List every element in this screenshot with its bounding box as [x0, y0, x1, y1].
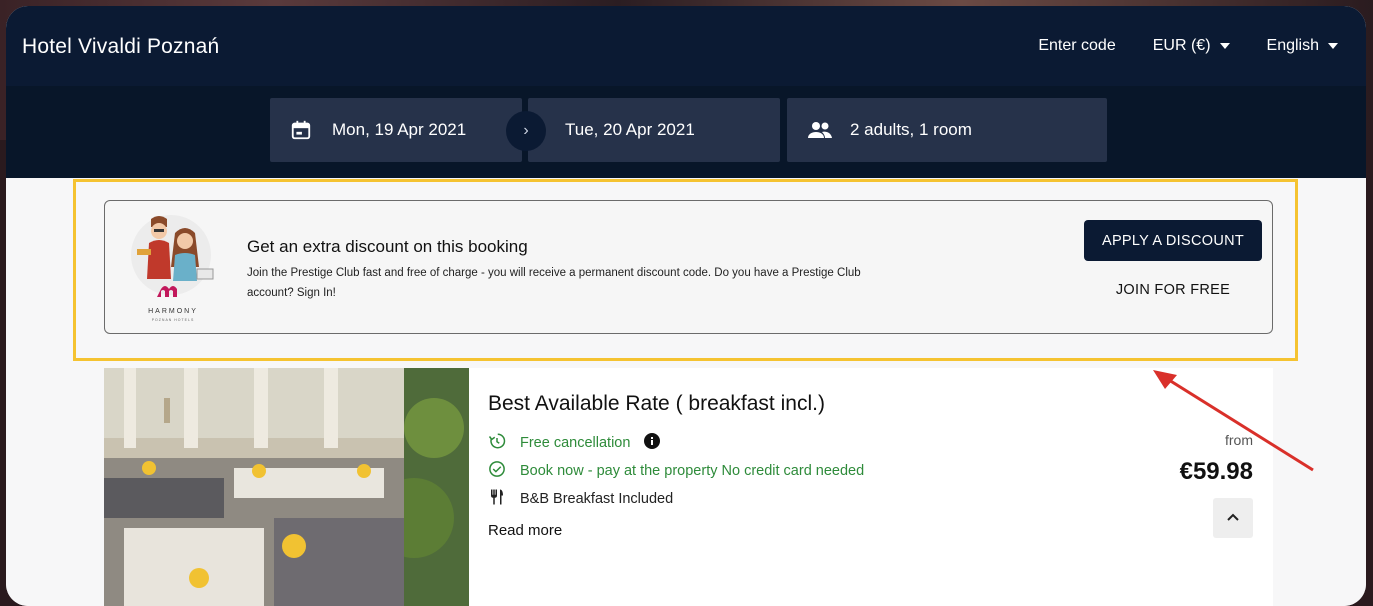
feature-label: Free cancellation [520, 435, 631, 451]
check-circle-icon [488, 460, 506, 482]
harmony-logo: HARMONY POZNAN HOTELS [127, 211, 219, 323]
caret-down-icon [1328, 43, 1338, 49]
checkout-date: Tue, 20 Apr 2021 [565, 120, 695, 139]
checkin-date-field[interactable]: Mon, 19 Apr 2021 [270, 98, 522, 162]
caret-down-icon [1219, 43, 1230, 49]
collapse-button[interactable] [1213, 498, 1253, 538]
currency-label: EUR (€) [1152, 37, 1211, 54]
search-bar: Mon, 19 Apr 2021 › Tue, 20 Apr 2021 2 ad… [6, 86, 1366, 178]
currency-dropdown[interactable]: EUR (€) [1153, 37, 1230, 55]
feature-breakfast: B&B Breakfast Included [488, 488, 673, 510]
language-label: English [1266, 37, 1319, 54]
discount-promo-card: HARMONY POZNAN HOTELS Get an extra disco… [104, 200, 1273, 334]
read-more-link[interactable]: Read more [488, 522, 562, 539]
language-dropdown[interactable]: English [1267, 37, 1338, 55]
feature-label: B&B Breakfast Included [520, 491, 674, 507]
room-rate-card: Best Available Rate ( breakfast incl.) F… [104, 368, 1273, 606]
top-links: Enter code EUR (€) English [1038, 37, 1338, 55]
apply-discount-button[interactable]: APPLY A DISCOUNT [1084, 220, 1262, 261]
history-icon [488, 432, 506, 454]
promo-description: Join the Prestige Club fast and free of … [247, 267, 861, 299]
svg-text:POZNAN HOTELS: POZNAN HOTELS [152, 318, 195, 322]
checkin-date: Mon, 19 Apr 2021 [332, 120, 467, 139]
guests-field[interactable]: 2 adults, 1 room [787, 98, 1107, 162]
svg-text:HARMONY: HARMONY [148, 308, 198, 315]
chevron-up-icon [1226, 509, 1240, 527]
people-icon [807, 120, 833, 140]
restaurant-photo [104, 368, 469, 606]
enter-code-link[interactable]: Enter code [1038, 37, 1115, 55]
arrow-annotation [1153, 370, 1314, 472]
calendar-icon [290, 119, 312, 141]
hotel-name[interactable]: Hotel Vivaldi Poznań [22, 35, 219, 59]
guests-label: 2 adults, 1 room [850, 120, 972, 139]
promo-title: Get an extra discount on this booking [247, 237, 528, 256]
info-icon[interactable] [644, 433, 661, 453]
top-bar: Hotel Vivaldi Poznań Enter code EUR (€) … [6, 6, 1366, 86]
feature-free-cancellation: Free cancellation [488, 432, 661, 454]
chevron-right-icon: › [506, 111, 546, 151]
fork-knife-icon [488, 488, 506, 510]
booking-window: Hotel Vivaldi Poznań Enter code EUR (€) … [6, 6, 1366, 606]
join-for-free-button[interactable]: JOIN FOR FREE [1084, 270, 1262, 310]
feature-label: Book now - pay at the property No credit… [520, 463, 865, 479]
rate-title[interactable]: Best Available Rate ( breakfast incl.) [488, 392, 825, 416]
feature-pay-at-property: Book now - pay at the property No credit… [488, 460, 864, 482]
checkout-date-field[interactable]: Tue, 20 Apr 2021 [528, 98, 780, 162]
